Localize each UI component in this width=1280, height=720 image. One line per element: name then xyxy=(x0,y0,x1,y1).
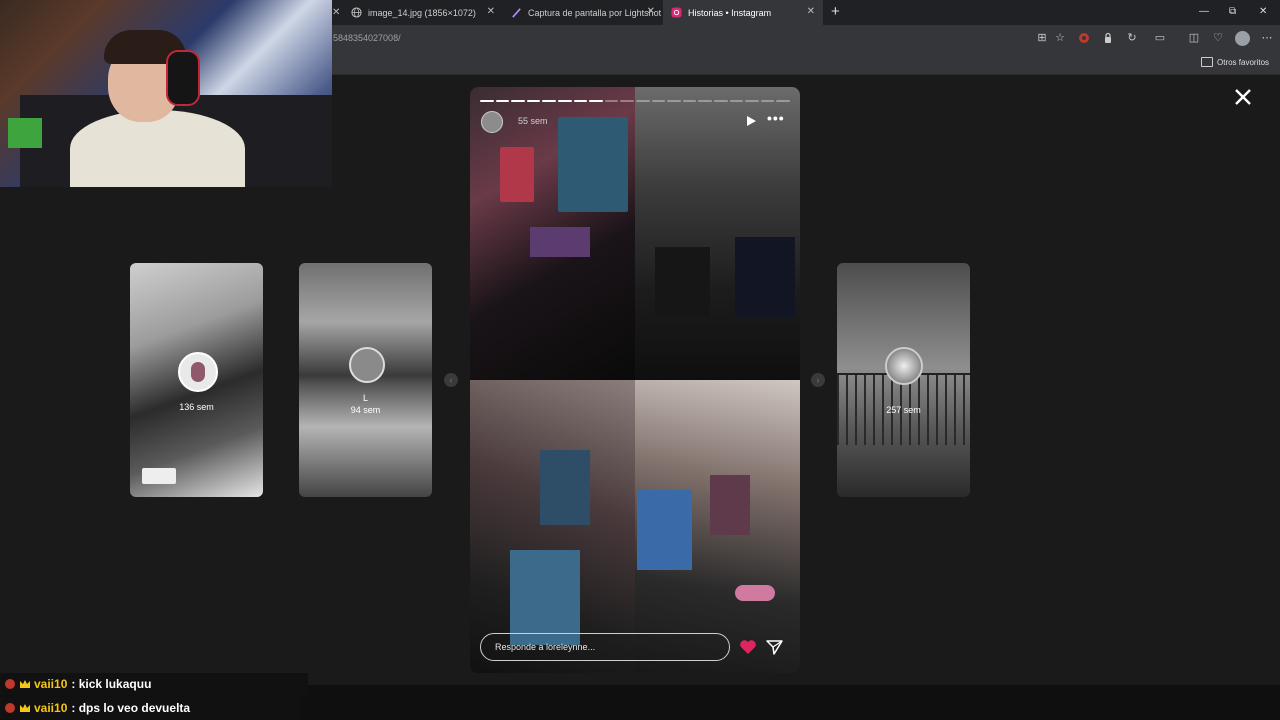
story-progress-segment xyxy=(526,100,541,102)
avatar[interactable] xyxy=(481,111,503,133)
minecraft-creeper-figure xyxy=(8,118,42,148)
streamer-body xyxy=(70,110,245,187)
next-story-button[interactable]: › xyxy=(811,373,825,387)
story-progress-segment xyxy=(480,100,494,102)
story-progress-segment xyxy=(698,100,712,102)
story-user-name: L xyxy=(362,393,368,403)
story-progress-segment xyxy=(558,100,572,102)
story-progress-segment xyxy=(589,100,603,102)
profile-avatar[interactable] xyxy=(1235,31,1250,46)
avatar xyxy=(178,352,218,392)
avatar xyxy=(349,347,385,383)
folder-icon xyxy=(1201,57,1213,67)
reply-input[interactable]: Responde a loreleynne... xyxy=(480,633,730,661)
tab-instagram[interactable]: Historias • Instagram ✕ xyxy=(663,0,823,25)
chat-message: vaii10: dps lo veo devuelta xyxy=(0,697,300,719)
story-age: 257 sem xyxy=(886,405,921,415)
close-icon[interactable]: ✕ xyxy=(807,6,815,17)
tab-title: Captura de pantalla por Lightshot xyxy=(528,7,662,18)
restore-icon[interactable]: ⧉ xyxy=(1229,6,1236,17)
globe-icon xyxy=(351,7,362,18)
webcam-overlay xyxy=(0,0,332,187)
tab-title: Historias • Instagram xyxy=(688,7,772,18)
minimize-icon[interactable]: — xyxy=(1199,6,1209,17)
url-text[interactable]: 5848354027008/ xyxy=(333,33,401,43)
more-menu-icon[interactable]: ⋯ xyxy=(1261,32,1273,44)
close-window-icon[interactable]: ✕ xyxy=(1259,6,1267,17)
story-preview-prev-2[interactable]: 136 sem xyxy=(130,263,263,497)
story-age: 55 sem xyxy=(518,116,548,126)
story-progress-segment xyxy=(651,100,666,102)
tab-lightshot[interactable]: Captura de pantalla por Lightshot ✕ xyxy=(503,0,663,25)
story-progress-segment xyxy=(542,100,556,102)
story-progress-segment xyxy=(511,100,525,102)
story-progress-segment xyxy=(620,100,634,102)
close-icon[interactable]: ✕ xyxy=(647,6,655,17)
app-icon[interactable]: ⊞ xyxy=(1036,32,1048,44)
play-icon[interactable] xyxy=(746,116,756,126)
story-preview-prev-1[interactable]: L 94 sem xyxy=(299,263,432,497)
send-icon[interactable] xyxy=(766,639,783,655)
headphones-image xyxy=(166,50,200,106)
bookmarks-folder-label: Otros favoritos xyxy=(1217,57,1270,67)
heart-pulse-icon[interactable]: ♡ xyxy=(1212,32,1224,44)
chat-text: : kick lukaquu xyxy=(71,677,152,691)
story-preview-next[interactable]: 257 sem xyxy=(837,263,970,497)
story-progress-segment xyxy=(495,100,510,102)
story-age: 94 sem xyxy=(350,405,381,415)
extension-red-icon[interactable] xyxy=(1078,32,1090,44)
lock-extension-icon[interactable] xyxy=(1102,32,1114,44)
bookmarks-folder[interactable]: Otros favoritos xyxy=(1201,57,1269,67)
heart-icon[interactable] xyxy=(739,639,757,655)
previous-story-button[interactable]: ‹ xyxy=(444,373,458,387)
close-icon[interactable] xyxy=(1232,86,1254,108)
crown-badge-icon xyxy=(20,680,30,688)
chat-badge-icon xyxy=(5,679,15,689)
story-photo-quadrant xyxy=(470,380,635,673)
instagram-icon xyxy=(671,7,682,18)
chat-username: vaii10 xyxy=(34,677,68,691)
story-progress-segment xyxy=(776,100,790,102)
story-photo-quadrant xyxy=(635,87,800,380)
feather-icon xyxy=(512,8,521,18)
story-progress-segment xyxy=(760,100,775,102)
story-progress-segment xyxy=(604,100,619,102)
chat-badge-icon xyxy=(5,703,15,713)
chat-text: : dps lo veo devuelta xyxy=(71,701,191,715)
close-icon[interactable]: ✕ xyxy=(487,6,495,17)
story-progress-segment xyxy=(636,100,650,102)
story-progress-segment xyxy=(729,100,744,102)
story-progress-segment xyxy=(667,100,681,102)
avatar xyxy=(885,347,923,385)
crown-badge-icon xyxy=(20,704,30,712)
more-options-icon[interactable]: ••• xyxy=(767,110,785,126)
story-age: 136 sem xyxy=(179,402,214,412)
close-icon[interactable]: ✕ xyxy=(332,7,340,18)
cast-icon[interactable]: ▭ xyxy=(1154,32,1166,44)
new-tab-icon[interactable]: + xyxy=(831,3,840,20)
refresh-extension-icon[interactable]: ↻ xyxy=(1126,32,1138,44)
story-progress-segment xyxy=(745,100,759,102)
star-icon[interactable]: ☆ xyxy=(1054,32,1066,44)
tab-partial[interactable]: ✕ xyxy=(332,0,342,25)
story-progress-segment xyxy=(714,100,728,102)
story-progress-segment xyxy=(573,100,588,102)
sticker-image xyxy=(142,468,176,484)
story-photo-quadrant xyxy=(635,380,800,673)
chat-username: vaii10 xyxy=(34,701,68,715)
split-screen-icon[interactable]: ◫ xyxy=(1188,32,1200,44)
tab-title: image_14.jpg (1856×1072) xyxy=(368,7,476,18)
active-story[interactable]: 55 sem ••• xyxy=(470,87,800,673)
story-progress-segment xyxy=(682,100,697,102)
chat-message: vaii10: kick lukaquu xyxy=(0,673,308,695)
tab-image[interactable]: image_14.jpg (1856×1072) ✕ xyxy=(343,0,503,25)
